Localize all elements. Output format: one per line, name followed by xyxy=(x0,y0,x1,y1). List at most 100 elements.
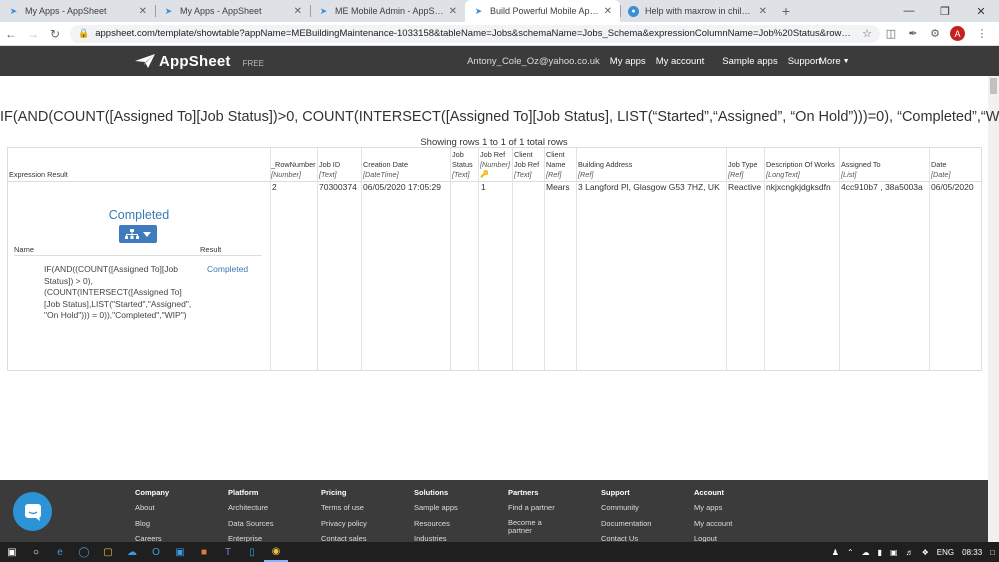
my-apps-link[interactable]: My apps xyxy=(610,56,646,67)
footer-link[interactable]: Terms of use xyxy=(321,504,364,512)
show-hidden-icons[interactable]: ⌃ xyxy=(847,548,854,557)
close-tab-icon[interactable]: ✕ xyxy=(759,6,767,17)
windows-start-icon[interactable]: ▣ xyxy=(0,542,24,562)
scrollbar-thumb[interactable] xyxy=(990,78,997,94)
footer-link[interactable]: Blog xyxy=(135,520,150,528)
onedrive-icon[interactable]: ☁ xyxy=(120,542,144,562)
header-job-status[interactable]: Job Status [Text] xyxy=(452,148,478,181)
expression-text: IF(AND(COUNT([Assigned To][Job Status])>… xyxy=(0,109,999,125)
header-description-of-works[interactable]: Description Of Works [LongText] xyxy=(766,148,839,181)
header-building-address[interactable]: Building Address [Ref] xyxy=(578,148,725,181)
notifications-icon[interactable]: □ xyxy=(990,548,995,557)
profile-avatar[interactable]: A xyxy=(950,26,965,41)
header-rownumber[interactable]: _RowNumber [Number] xyxy=(271,148,316,181)
browser-menu-icon[interactable]: ⋮ xyxy=(971,27,993,40)
header-assigned-to[interactable]: Assigned To [List] xyxy=(841,148,929,181)
header-job-ref[interactable]: Job Ref [Number] 🔑 xyxy=(480,148,512,181)
footer-heading: Partners xyxy=(508,488,539,497)
header-client-name[interactable]: Client Name [Ref] xyxy=(546,148,576,181)
footer-link[interactable]: Find a partner xyxy=(508,504,555,512)
bookmark-star-icon[interactable]: ☆ xyxy=(862,27,872,40)
address-bar[interactable]: 🔒 appsheet.com/template/showtable?appNam… xyxy=(70,24,880,43)
footer-link[interactable]: Data Sources xyxy=(228,520,273,528)
footer-link[interactable]: About xyxy=(135,504,155,512)
office-icon[interactable]: ■ xyxy=(192,542,216,562)
footer-link[interactable]: My account xyxy=(694,520,732,528)
extension-icon[interactable]: ◫ xyxy=(880,27,902,40)
dropbox-icon[interactable]: ❖ xyxy=(922,548,929,557)
back-icon[interactable]: ← xyxy=(0,27,22,41)
browser-tab-active[interactable]: ➤ Build Powerful Mobile Apps from ✕ xyxy=(465,0,620,22)
footer-link[interactable]: Documentation xyxy=(601,520,651,528)
edge-icon[interactable]: ◯ xyxy=(72,542,96,562)
result-subheader: Name Result xyxy=(14,245,262,256)
search-icon[interactable]: ○ xyxy=(24,542,48,562)
outlook-icon[interactable]: O xyxy=(144,542,168,562)
header-type: [Text] xyxy=(514,170,532,179)
header-label: Creation Date xyxy=(363,160,409,169)
minimize-icon[interactable]: — xyxy=(891,0,927,22)
appsheet-logo-icon xyxy=(135,54,155,68)
footer-link[interactable]: Community xyxy=(601,504,639,512)
reload-icon[interactable]: ↻ xyxy=(44,27,66,41)
close-tab-icon[interactable]: ✕ xyxy=(139,6,147,17)
header-type: [DateTime] xyxy=(363,170,399,179)
footer-link[interactable]: Resources xyxy=(414,520,450,528)
results-table: Expression Result _RowNumber [Number] Jo… xyxy=(7,147,982,371)
teams-icon[interactable]: T xyxy=(216,542,240,562)
chat-launcher-button[interactable] xyxy=(13,492,52,531)
support-link[interactable]: Support xyxy=(788,56,821,67)
footer-link[interactable]: My apps xyxy=(694,504,722,512)
cloud-icon[interactable]: ☁ xyxy=(862,548,870,557)
header-date[interactable]: Date [Date] xyxy=(931,148,981,181)
more-menu[interactable]: More ▼ xyxy=(819,46,850,76)
page-scrollbar[interactable] xyxy=(988,76,999,542)
close-tab-icon[interactable]: ✕ xyxy=(294,6,302,17)
my-account-link[interactable]: My account xyxy=(656,56,705,67)
browser-tab[interactable]: ➤ ME Mobile Admin - AppSheet ✕ xyxy=(310,0,465,22)
appsheet-logo[interactable]: AppSheet FREE xyxy=(135,46,264,76)
footer-link[interactable]: Become a partner xyxy=(508,519,558,535)
tab-title: My Apps - AppSheet xyxy=(180,6,262,16)
network-icon[interactable]: ▣ xyxy=(890,548,898,557)
phone-link-icon[interactable]: ▯ xyxy=(240,542,264,562)
battery-icon[interactable]: ▮ xyxy=(878,548,882,557)
browser-tab[interactable]: ➤ My Apps - AppSheet ✕ xyxy=(0,0,155,22)
chrome-icon[interactable]: ◉ xyxy=(264,542,288,562)
clock[interactable]: 08:33 xyxy=(962,548,982,557)
header-label: Job Ref xyxy=(480,150,506,159)
volume-icon[interactable]: ♬ xyxy=(906,548,914,557)
footer-link[interactable]: Sample apps xyxy=(414,504,458,512)
extension-feather-icon[interactable]: ✒ xyxy=(902,27,924,40)
extensions-puzzle-icon[interactable]: ⚙ xyxy=(924,27,946,40)
header-job-type[interactable]: Job Type [Ref] xyxy=(728,148,764,181)
header-client-job-ref[interactable]: Client Job Ref [Text] xyxy=(514,148,544,181)
forward-icon[interactable]: → xyxy=(22,27,44,41)
close-tab-icon[interactable]: ✕ xyxy=(449,6,457,17)
header-expression-result[interactable]: Expression Result xyxy=(9,148,264,181)
browser-tab[interactable]: ● Help with maxrow in child list - C ✕ xyxy=(620,0,775,22)
appsheet-header: AppSheet FREE Antony_Cole_Oz@yahoo.co.uk… xyxy=(0,46,999,76)
maximize-icon[interactable]: ❐ xyxy=(927,0,963,22)
footer-link[interactable]: Privacy policy xyxy=(321,520,367,528)
people-icon[interactable]: ♟ xyxy=(832,548,839,557)
subheader-result: Result xyxy=(200,245,222,254)
footer-link[interactable]: Architecture xyxy=(228,504,268,512)
close-tab-icon[interactable]: ✕ xyxy=(604,6,612,17)
edge-legacy-icon[interactable]: e xyxy=(48,542,72,562)
footer-heading: Solutions xyxy=(414,488,449,497)
header-type: [List] xyxy=(841,170,857,179)
close-window-icon[interactable]: ✕ xyxy=(963,0,999,22)
header-job-id[interactable]: Job ID [Text] xyxy=(319,148,361,181)
header-creation-date[interactable]: Creation Date [DateTime] xyxy=(363,148,449,181)
file-explorer-icon[interactable]: ▢ xyxy=(96,542,120,562)
expression-tree-button[interactable] xyxy=(119,225,157,243)
new-tab-button[interactable]: + xyxy=(775,0,797,22)
browser-tab[interactable]: ➤ My Apps - AppSheet ✕ xyxy=(155,0,310,22)
site-footer: Company About Blog Careers Platform Arch… xyxy=(0,480,988,543)
language-indicator[interactable]: ENG xyxy=(937,548,954,557)
account-email[interactable]: Antony_Cole_Oz@yahoo.co.uk xyxy=(467,56,600,67)
browser-tab-strip: ➤ My Apps - AppSheet ✕ ➤ My Apps - AppSh… xyxy=(0,0,999,22)
store-icon[interactable]: ▣ xyxy=(168,542,192,562)
sample-apps-link[interactable]: Sample apps xyxy=(722,56,777,67)
